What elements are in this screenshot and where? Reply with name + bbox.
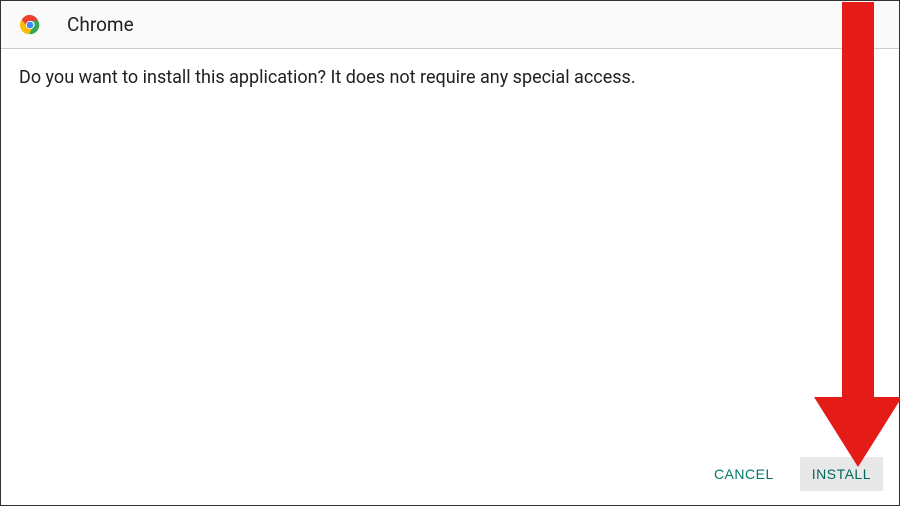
- cancel-button[interactable]: CANCEL: [702, 457, 786, 491]
- dialog-header: Chrome: [1, 1, 899, 49]
- chrome-icon: [19, 14, 41, 36]
- install-button[interactable]: INSTALL: [800, 457, 883, 491]
- app-name: Chrome: [67, 13, 134, 36]
- install-dialog: Chrome Do you want to install this appli…: [0, 0, 900, 506]
- install-prompt-text: Do you want to install this application?…: [19, 65, 881, 90]
- dialog-content: Do you want to install this application?…: [1, 49, 899, 447]
- dialog-footer: CANCEL INSTALL: [1, 447, 899, 505]
